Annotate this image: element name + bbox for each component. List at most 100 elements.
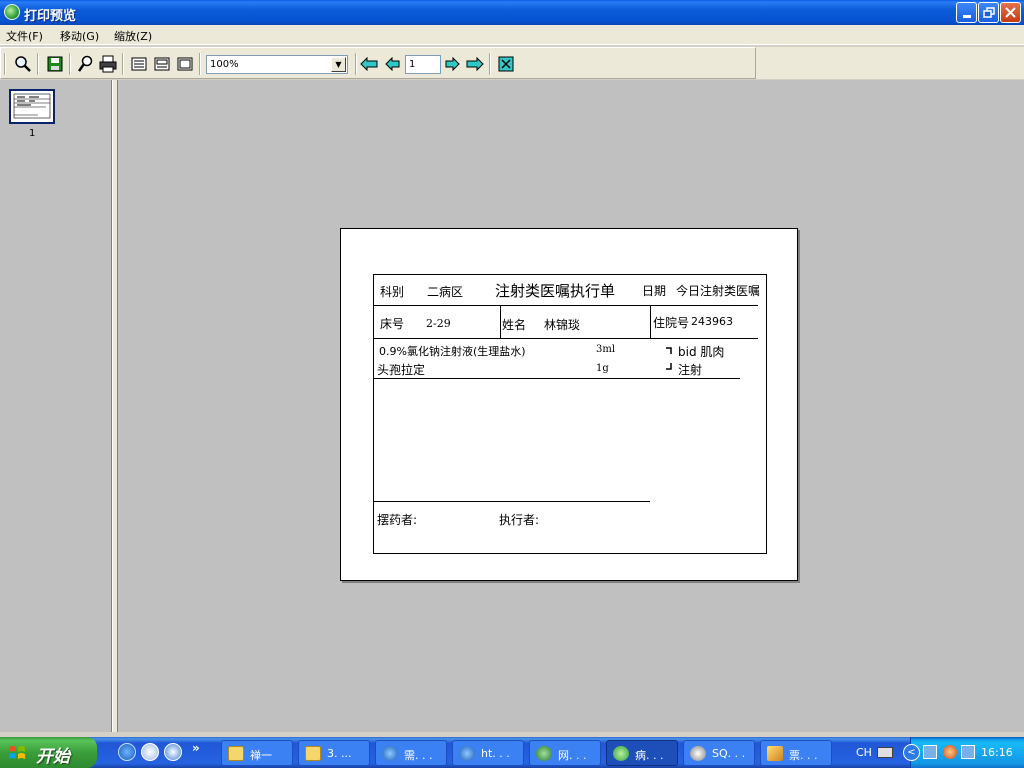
thumbnail-pane bbox=[0, 80, 112, 732]
drug-dose: 1g bbox=[596, 363, 609, 374]
menu-zoom[interactable]: 缩放(Z) bbox=[114, 28, 152, 44]
bed-value: 2-29 bbox=[426, 317, 451, 330]
two-page-button[interactable] bbox=[152, 54, 172, 74]
windows-logo-icon bbox=[9, 746, 25, 759]
qq-tray-icon[interactable] bbox=[943, 745, 957, 759]
ie-icon bbox=[382, 746, 398, 761]
connection-tray-icon[interactable] bbox=[961, 745, 975, 759]
name-value: 林锦琰 bbox=[544, 318, 581, 332]
drug-group-bracket bbox=[666, 347, 672, 370]
zoom-select[interactable]: 100% ▼ bbox=[206, 55, 348, 74]
taskbar-item-label: ht. . . bbox=[481, 747, 510, 760]
network-tray-icon[interactable] bbox=[923, 745, 937, 759]
admission-value: 243963 bbox=[691, 315, 733, 328]
prev-page-button[interactable] bbox=[383, 54, 403, 74]
taskbar-item[interactable]: ht. . . bbox=[452, 740, 524, 766]
print-button[interactable] bbox=[98, 54, 118, 74]
tray-expand-icon[interactable]: < bbox=[903, 744, 920, 761]
row-divider bbox=[374, 305, 758, 306]
chevron-down-icon[interactable]: ▼ bbox=[331, 57, 346, 72]
quick-launch-ie-icon[interactable] bbox=[118, 743, 136, 761]
language-indicator[interactable]: CH bbox=[856, 746, 872, 759]
last-page-button[interactable] bbox=[465, 54, 485, 74]
app-icon bbox=[4, 4, 20, 20]
admission-label: 住院号 bbox=[653, 316, 690, 330]
title-bar: 打印预览 bbox=[0, 0, 1024, 25]
drug-underline bbox=[374, 378, 740, 379]
edit-icon bbox=[767, 746, 783, 761]
date-label: 日期 bbox=[642, 284, 667, 298]
print-icon bbox=[99, 55, 117, 73]
save-icon bbox=[47, 56, 63, 72]
two-page-icon bbox=[154, 57, 170, 71]
minimize-icon bbox=[962, 15, 971, 18]
minimize-button[interactable] bbox=[956, 2, 977, 23]
page-thumbnail[interactable] bbox=[9, 89, 55, 124]
taskbar-item-label: 病. . . bbox=[635, 749, 664, 762]
taskbar-item-label: SQ. . . bbox=[712, 747, 746, 760]
taskbar-item[interactable]: SQ. . . bbox=[683, 740, 755, 766]
taskbar-clock[interactable]: 16:16 bbox=[981, 746, 1013, 759]
zoom-tool-button[interactable] bbox=[13, 54, 33, 74]
quick-launch-media-icon[interactable] bbox=[164, 743, 182, 761]
next-page-icon bbox=[445, 57, 460, 71]
taskbar-item[interactable]: 3. ... bbox=[298, 740, 370, 766]
one-page-icon bbox=[131, 57, 147, 71]
toolbar-separator bbox=[199, 53, 201, 75]
taskbar-item[interactable]: 需. . . bbox=[375, 740, 447, 766]
signature-divider bbox=[374, 501, 650, 502]
prev-page-icon bbox=[385, 57, 400, 71]
one-page-button[interactable] bbox=[129, 54, 149, 74]
dispenser-label: 摆药者: bbox=[377, 513, 418, 527]
taskbar-item[interactable]: 票. . . bbox=[760, 740, 832, 766]
column-divider bbox=[650, 305, 651, 338]
zoom-icon bbox=[15, 56, 31, 72]
taskbar-item-label: 3. ... bbox=[327, 747, 352, 760]
toolbar-grip bbox=[4, 53, 6, 75]
taskbar-item-active[interactable]: 病. . . bbox=[606, 740, 678, 766]
restore-button[interactable] bbox=[978, 2, 999, 23]
toolbar-separator bbox=[37, 53, 39, 75]
executor-label: 执行者: bbox=[499, 513, 540, 527]
drug-dose: 3ml bbox=[596, 344, 616, 355]
menu-move[interactable]: 移动(G) bbox=[60, 28, 99, 44]
quick-launch-overflow[interactable]: » bbox=[192, 741, 200, 755]
dept-label: 科别 bbox=[380, 285, 405, 299]
drug-name: 头孢拉定 bbox=[377, 363, 426, 377]
page-setup-button[interactable] bbox=[76, 54, 96, 74]
folder-icon bbox=[305, 746, 321, 761]
sql-icon bbox=[690, 746, 706, 761]
menu-bar: 文件(F) 移动(G) 缩放(Z) bbox=[0, 25, 1024, 45]
thumbnail-page-number: 1 bbox=[29, 128, 36, 139]
taskbar-item[interactable]: 网. . . bbox=[529, 740, 601, 766]
last-page-icon bbox=[466, 57, 484, 71]
multi-page-icon bbox=[177, 57, 193, 71]
toolbar-separator bbox=[489, 53, 491, 75]
save-button[interactable] bbox=[45, 54, 65, 74]
dept-value: 二病区 bbox=[427, 285, 464, 299]
toolbar-empty-area bbox=[756, 47, 1024, 79]
taskbar-item[interactable]: 禅一 bbox=[221, 740, 293, 766]
bed-label: 床号 bbox=[380, 317, 405, 331]
toolbar-separator bbox=[69, 53, 71, 75]
quick-launch-desktop-icon[interactable] bbox=[141, 743, 159, 761]
close-button[interactable] bbox=[1000, 2, 1021, 23]
row-divider bbox=[374, 338, 758, 339]
name-label: 姓名 bbox=[502, 318, 527, 332]
usage-route: 注射 bbox=[678, 363, 703, 377]
menu-file[interactable]: 文件(F) bbox=[6, 28, 43, 44]
column-divider bbox=[500, 305, 501, 338]
page-number-input[interactable]: 1 bbox=[405, 55, 441, 74]
next-page-button[interactable] bbox=[442, 54, 462, 74]
start-button[interactable]: 开始 bbox=[0, 737, 97, 768]
first-page-button[interactable] bbox=[359, 54, 379, 74]
toolbar-separator bbox=[355, 53, 357, 75]
folder-icon bbox=[228, 746, 244, 761]
close-preview-icon bbox=[498, 56, 514, 72]
first-page-icon bbox=[360, 57, 378, 71]
start-label: 开始 bbox=[36, 747, 70, 767]
close-preview-button[interactable] bbox=[496, 54, 516, 74]
keyboard-icon[interactable] bbox=[877, 747, 893, 758]
multi-page-button[interactable] bbox=[175, 54, 195, 74]
drug-name: 0.9%氯化钠注射液(生理盐水) bbox=[379, 345, 526, 358]
